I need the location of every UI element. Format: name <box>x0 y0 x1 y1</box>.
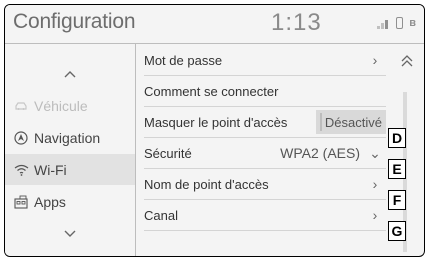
callout-f: F <box>388 190 406 210</box>
signal-icon <box>377 20 389 29</box>
chevron-right-icon: › <box>372 207 378 223</box>
navigation-icon <box>11 130 31 145</box>
row-channel[interactable]: Canal › <box>144 200 386 231</box>
phone-icon <box>396 17 404 29</box>
page-title: Configuration <box>13 10 136 33</box>
row-how-to-connect[interactable]: Comment se connecter <box>144 76 386 107</box>
callout-e: E <box>388 159 406 179</box>
row-label: Nom de point d'accès <box>144 176 269 192</box>
status-icons: ʙ <box>377 17 416 29</box>
bluetooth-icon: ʙ <box>409 17 416 29</box>
sidebar-item-label: Navigation <box>34 129 101 146</box>
clock: 1:13 <box>271 9 322 36</box>
row-label: Canal <box>144 207 178 223</box>
double-chevron-up-icon <box>401 55 412 67</box>
callout-d: D <box>388 128 406 148</box>
row-label: Mot de passe <box>144 52 223 68</box>
sidebar: Véhicule Navigation Wi-Fi Apps <box>5 44 136 256</box>
infotainment-screen: Configuration 1:13 ʙ Véhicule Navigation… <box>4 4 425 257</box>
chevron-down-icon: ⌄ <box>369 144 381 161</box>
hide-access-point-toggle[interactable]: Désactivé <box>316 110 386 134</box>
scroll-to-top-button[interactable] <box>389 54 424 78</box>
callout-g: G <box>388 221 406 241</box>
sidebar-item-wifi[interactable]: Wi-Fi <box>5 154 135 185</box>
toggle-state: Désactivé <box>324 114 382 130</box>
row-access-point-name[interactable]: Nom de point d'accès › <box>144 169 386 200</box>
sidebar-item-label: Wi-Fi <box>34 161 67 178</box>
sidebar-scroll-down-button[interactable] <box>5 218 135 249</box>
chevron-up-icon <box>64 70 76 77</box>
apps-icon <box>11 195 31 209</box>
sidebar-item-apps[interactable]: Apps <box>5 186 135 217</box>
sidebar-item-label: Véhicule <box>34 97 88 114</box>
wifi-icon <box>11 164 31 176</box>
row-hide-access-point[interactable]: Masquer le point d'accès Désactivé <box>144 107 386 138</box>
sidebar-item-label: Apps <box>34 193 66 210</box>
row-password[interactable]: Mot de passe › <box>144 45 386 76</box>
chevron-right-icon: › <box>372 52 378 68</box>
row-label: Sécurité <box>144 145 192 161</box>
row-label: Comment se connecter <box>144 83 279 99</box>
sidebar-scroll-up-button[interactable] <box>5 58 135 89</box>
chevron-down-icon <box>64 230 76 237</box>
chevron-right-icon: › <box>372 176 378 192</box>
car-icon <box>11 101 31 111</box>
toggle-indicator <box>320 113 322 131</box>
sidebar-item-navigation[interactable]: Navigation <box>5 122 135 153</box>
header-bar: Configuration 1:13 ʙ <box>5 5 424 44</box>
security-value: WPA2 (AES) <box>280 145 360 161</box>
settings-list: Mot de passe › Comment se connecter Masq… <box>136 44 386 256</box>
row-security[interactable]: Sécurité WPA2 (AES) ⌄ <box>144 138 386 169</box>
sidebar-item-vehicle[interactable]: Véhicule <box>5 90 135 121</box>
